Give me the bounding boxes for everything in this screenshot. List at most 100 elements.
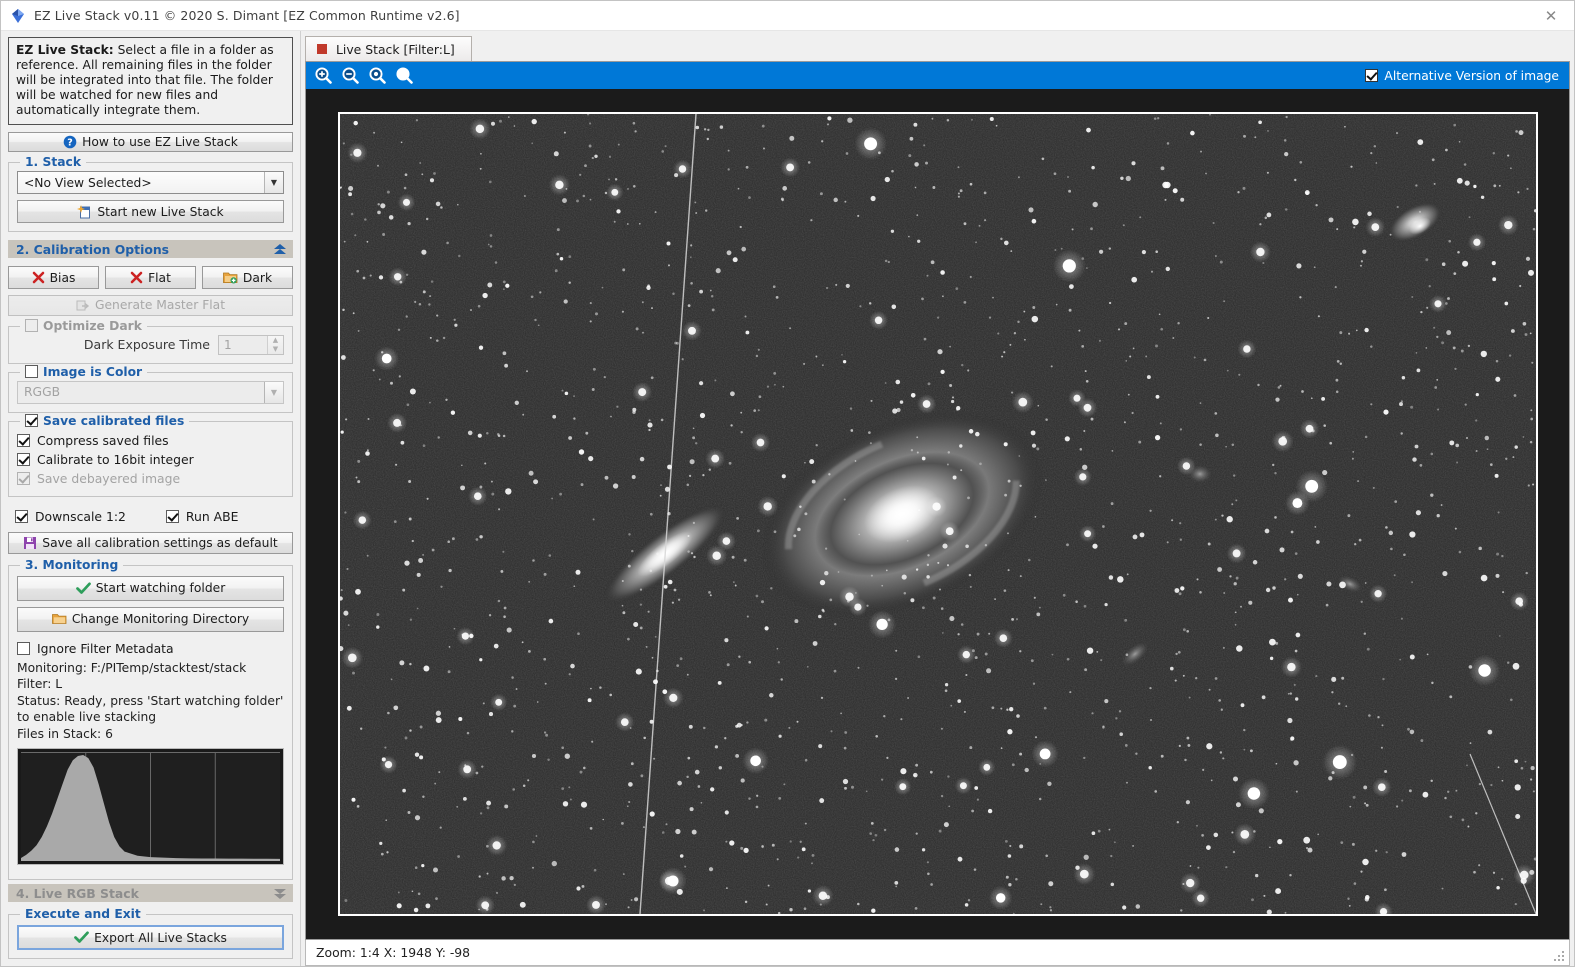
- calibration-options-title: 2. Calibration Options: [16, 241, 170, 257]
- main-body: EZ Live Stack: Select a file in a folder…: [1, 31, 1574, 966]
- dark-exposure-row: Dark Exposure Time 1 ▲ ▼: [17, 334, 284, 355]
- image-canvas-area[interactable]: [306, 89, 1569, 939]
- tab-live-stack-label: Live Stack [Filter:L]: [336, 41, 455, 57]
- resize-grip-icon[interactable]: [1552, 949, 1566, 963]
- start-new-live-stack-button[interactable]: Start new Live Stack: [17, 200, 284, 224]
- green-check-icon: [74, 931, 89, 944]
- floppy-save-icon: [23, 536, 37, 550]
- generate-master-flat-label: Generate Master Flat: [94, 298, 226, 313]
- image-frame: [337, 112, 1538, 916]
- save-calibration-defaults-label: Save all calibration settings as default: [42, 535, 278, 550]
- optimize-dark-checkbox[interactable]: [25, 319, 38, 333]
- ez-live-stack-window: EZ Live Stack v0.11 © 2020 S. Dimant [EZ…: [0, 0, 1575, 967]
- tab-live-stack[interactable]: Live Stack [Filter:L]: [305, 36, 472, 61]
- dark-exposure-stepper[interactable]: 1 ▲ ▼: [218, 334, 284, 355]
- stack-histogram: [17, 748, 284, 866]
- downscale-row[interactable]: Downscale 1:2: [15, 507, 126, 526]
- start-watching-folder-button[interactable]: Start watching folder: [17, 575, 284, 601]
- folder-add-icon: [223, 271, 238, 284]
- export-all-live-stacks-label: Export All Live Stacks: [94, 930, 227, 945]
- chevron-down-icon: ▼: [264, 172, 283, 194]
- calibrate-16bit-checkbox[interactable]: [17, 452, 30, 466]
- live-rgb-stack-header[interactable]: 4. Live RGB Stack: [8, 884, 293, 903]
- files-in-stack-text: Files in Stack: 6: [17, 726, 113, 741]
- optimize-dark-group-label: Optimize Dark: [20, 318, 147, 333]
- image-is-color-label: Image is Color: [43, 364, 143, 379]
- monitoring-group-label: 3. Monitoring: [20, 557, 124, 572]
- ignore-filter-metadata-label: Ignore Filter Metadata: [37, 640, 174, 656]
- stack-group: 1. Stack <No View Selected> ▼ Start new …: [8, 155, 293, 233]
- stepper-up-icon[interactable]: ▲: [268, 336, 283, 345]
- save-debayered-checkbox[interactable]: [17, 471, 30, 485]
- execute-and-exit-group-label: Execute and Exit: [20, 907, 146, 922]
- expand-down-icon[interactable]: [273, 887, 287, 900]
- how-to-use-button[interactable]: ? How to use EZ Live Stack: [8, 132, 293, 153]
- ignore-filter-metadata-checkbox[interactable]: [17, 641, 30, 655]
- compress-saved-files-checkbox[interactable]: [17, 433, 30, 447]
- start-new-live-stack-label: Start new Live Stack: [97, 204, 224, 219]
- flat-button[interactable]: Flat: [105, 266, 196, 290]
- zoom-tool-group: [314, 66, 414, 85]
- viewer-pane: Live Stack [Filter:L] Alternative Versio…: [301, 31, 1574, 966]
- status-bar: Zoom: 1:4 X: 1948 Y: -98: [305, 940, 1570, 966]
- window-close-icon[interactable]: ✕: [1528, 1, 1574, 31]
- histogram-svg: [21, 752, 280, 862]
- calibration-options-header[interactable]: 2. Calibration Options: [8, 240, 293, 259]
- dark-button[interactable]: Dark: [202, 266, 293, 290]
- calibrate-16bit-label: Calibrate to 16bit integer: [37, 451, 194, 467]
- save-calibrated-files-checkbox[interactable]: [25, 414, 38, 428]
- collapse-up-icon[interactable]: [273, 243, 287, 256]
- control-sidebar: EZ Live Stack: Select a file in a folder…: [1, 31, 301, 966]
- downscale-checkbox[interactable]: [15, 509, 28, 523]
- export-all-live-stacks-button[interactable]: Export All Live Stacks: [17, 925, 284, 951]
- image-is-color-checkbox[interactable]: [25, 365, 38, 379]
- generate-master-flat-button[interactable]: Generate Master Flat: [8, 295, 293, 316]
- zoom-fit-icon[interactable]: [395, 66, 414, 85]
- green-check-icon: [75, 582, 91, 595]
- app-diamond-gem-icon: [10, 8, 26, 24]
- change-monitoring-directory-label: Change Monitoring Directory: [71, 612, 250, 627]
- stepper-arrows[interactable]: ▲ ▼: [267, 335, 283, 354]
- view-select-combo[interactable]: <No View Selected> ▼: [17, 171, 284, 195]
- zoom-in-icon[interactable]: [314, 66, 333, 85]
- view-select-value: <No View Selected>: [24, 175, 152, 190]
- ignore-filter-metadata-row[interactable]: Ignore Filter Metadata: [17, 639, 284, 658]
- calibrate-16bit-row[interactable]: Calibrate to 16bit integer: [17, 450, 284, 469]
- stack-group-label: 1. Stack: [20, 155, 87, 170]
- question-mark-icon: ?: [63, 135, 77, 149]
- run-abe-row[interactable]: Run ABE: [165, 507, 239, 526]
- dark-exposure-label: Dark Exposure Time: [83, 337, 210, 353]
- alternative-version-checkbox[interactable]: [1365, 69, 1379, 82]
- dark-label: Dark: [242, 270, 273, 285]
- image-is-color-group: Image is Color RGGB ▼: [8, 364, 293, 413]
- change-monitoring-directory-button[interactable]: Change Monitoring Directory: [17, 606, 284, 632]
- stack-merge-icon: [76, 299, 90, 312]
- run-abe-label: Run ABE: [185, 508, 239, 524]
- title-bar: EZ Live Stack v0.11 © 2020 S. Dimant [EZ…: [1, 1, 1574, 31]
- zoom-actual-icon[interactable]: [368, 66, 387, 85]
- red-square-icon: [317, 44, 327, 54]
- alternative-version-row[interactable]: Alternative Version of image: [1365, 69, 1559, 83]
- zoom-out-icon[interactable]: [341, 66, 360, 85]
- calibration-frame-buttons: Bias Flat Dark: [8, 266, 293, 290]
- dark-exposure-value: 1: [224, 337, 232, 352]
- image-viewer: Alternative Version of image: [305, 61, 1570, 940]
- monitoring-path-text: Monitoring: F:/PITemp/stacktest/stack: [17, 660, 247, 675]
- bayer-pattern-value: RGGB: [24, 385, 61, 400]
- svg-text:?: ?: [67, 138, 73, 149]
- save-calibrated-files-group: Save calibrated files Compress saved fil…: [8, 413, 293, 497]
- save-debayered-row[interactable]: Save debayered image: [17, 469, 284, 488]
- image-is-color-group-label: Image is Color: [20, 364, 148, 379]
- folder-icon: [51, 613, 67, 625]
- bias-label: Bias: [49, 270, 76, 285]
- zoom-coords-status: Zoom: 1:4 X: 1948 Y: -98: [316, 945, 471, 960]
- run-abe-checkbox[interactable]: [165, 509, 179, 523]
- save-calibrated-files-label: Save calibrated files: [43, 413, 185, 428]
- status-text: Status: Ready, press 'Start watching fol…: [17, 694, 284, 724]
- bayer-pattern-combo[interactable]: RGGB ▼: [17, 380, 284, 404]
- compress-saved-files-row[interactable]: Compress saved files: [17, 431, 284, 450]
- stepper-down-icon[interactable]: ▼: [268, 345, 283, 354]
- execute-and-exit-group: Execute and Exit Export All Live Stacks: [8, 907, 293, 960]
- save-calibration-defaults-button[interactable]: Save all calibration settings as default: [8, 531, 293, 554]
- bias-button[interactable]: Bias: [8, 266, 99, 290]
